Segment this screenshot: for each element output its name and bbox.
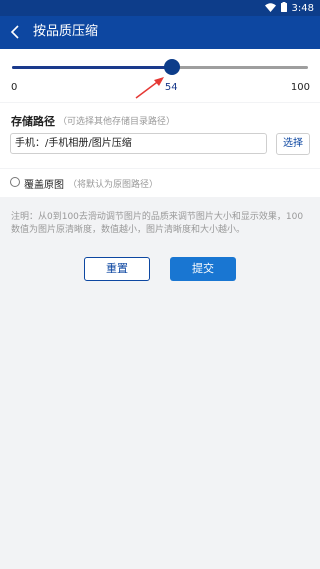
- battery-icon: [280, 2, 287, 15]
- storage-path-panel: 存储路径 （可选择其他存储目录路径） 选择: [0, 103, 320, 168]
- overwrite-panel: 覆盖原图 （将默认为原图路径）: [0, 169, 320, 197]
- storage-path-hint: （可选择其他存储目录路径）: [58, 117, 176, 127]
- overwrite-radio[interactable]: [10, 177, 20, 187]
- overwrite-hint: （将默认为原图路径）: [68, 180, 159, 190]
- status-bar: 3:48: [0, 0, 320, 16]
- submit-button[interactable]: 提交: [170, 257, 236, 281]
- reset-button[interactable]: 重置: [84, 257, 150, 281]
- slider-max-label: 100: [290, 82, 310, 93]
- slider-min-label: 0: [11, 82, 18, 93]
- choose-button[interactable]: 选择: [276, 133, 310, 155]
- note-text: 注明：从0到100去滑动调节图片的品质来调节图片大小和显示效果，100数值为图片…: [11, 212, 304, 235]
- slider-fill: [12, 66, 172, 69]
- status-icons: 3:48: [264, 2, 314, 15]
- status-time: 3:48: [291, 2, 314, 14]
- wifi-icon: [264, 2, 276, 15]
- overwrite-label[interactable]: 覆盖原图: [24, 176, 64, 191]
- back-button[interactable]: [6, 22, 26, 42]
- annotation-arrow-icon: [130, 72, 170, 102]
- storage-path-input[interactable]: [10, 133, 267, 154]
- storage-path-label: 存储路径: [11, 115, 55, 128]
- app-bar: 按品质压缩: [0, 16, 320, 49]
- page-title: 按品质压缩: [33, 24, 99, 39]
- chevron-left-icon: [6, 25, 26, 46]
